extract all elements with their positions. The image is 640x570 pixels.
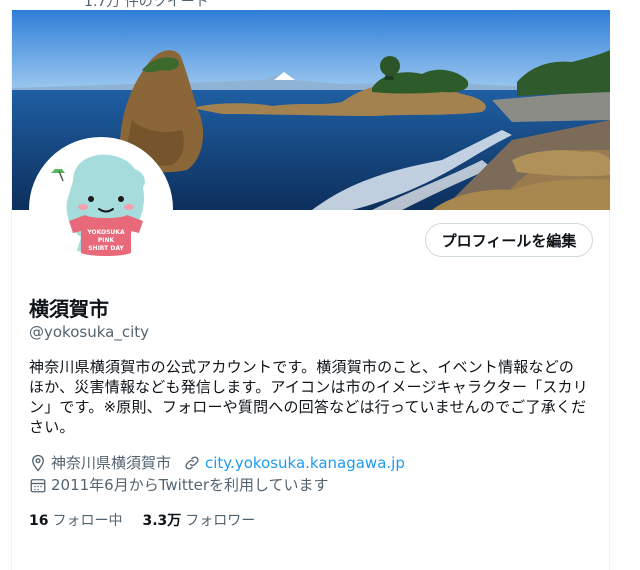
followers-link[interactable]: 3.3万 フォロワー xyxy=(142,510,255,530)
location-pin-icon xyxy=(32,454,44,472)
joined-item: 2011年6月からTwitterを利用しています xyxy=(29,474,329,495)
user-handle: @yokosuka_city xyxy=(29,323,149,341)
shirt-text-2: PINK xyxy=(98,237,115,244)
location-text: 神奈川県横須賀市 xyxy=(51,454,172,472)
shirt-text-1: YOKOSUKA xyxy=(86,229,125,236)
follow-stats: 16 フォロー中 3.3万 フォロワー xyxy=(29,510,275,530)
profile-meta-row: 神奈川県横須賀市 city.yokosuka.kanagawa.jp xyxy=(29,452,417,473)
display-name: 横須賀市 xyxy=(29,297,109,321)
location-item: 神奈川県横須賀市 xyxy=(29,452,171,473)
link-icon xyxy=(185,455,199,470)
followers-label: フォロワー xyxy=(185,513,256,529)
joined-text: 2011年6月からTwitterを利用しています xyxy=(51,476,329,494)
edit-profile-button[interactable]: プロフィールを編集 xyxy=(425,223,593,257)
sukarin-mascot-image: YOKOSUKA PINK SHIRT DAY xyxy=(33,141,169,277)
following-label: フォロー中 xyxy=(52,513,123,529)
following-count: 16 xyxy=(29,513,49,529)
profile-avatar[interactable]: YOKOSUKA PINK SHIRT DAY xyxy=(29,137,173,281)
website-item[interactable]: city.yokosuka.kanagawa.jp xyxy=(183,454,405,472)
calendar-icon xyxy=(30,478,46,492)
followers-count: 3.3万 xyxy=(142,513,182,529)
website-link[interactable]: city.yokosuka.kanagawa.jp xyxy=(205,454,405,472)
joined-row: 2011年6月からTwitterを利用しています xyxy=(29,474,341,495)
shirt-text-3: SHIRT DAY xyxy=(88,245,124,252)
profile-bio: 神奈川県横須賀市の公式アカウントです。横須賀市のこと、イベント情報などのほか、災… xyxy=(29,358,588,436)
following-link[interactable]: 16 フォロー中 xyxy=(29,510,122,530)
